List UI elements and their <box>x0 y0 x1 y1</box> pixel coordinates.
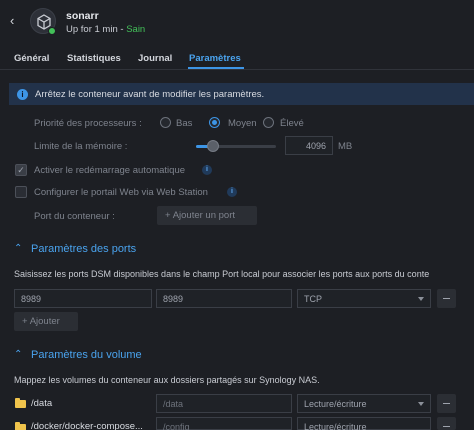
running-status-dot <box>48 27 56 35</box>
tab-journal[interactable]: Journal <box>138 53 172 64</box>
memory-unit: MB <box>338 141 353 152</box>
app-status: Up for 1 min - Sain <box>66 24 145 35</box>
tab-general[interactable]: Général <box>14 53 49 64</box>
ports-section-title[interactable]: Paramètres des ports <box>31 243 136 255</box>
chevron-down-icon <box>418 297 424 301</box>
memory-slider-handle[interactable] <box>207 140 219 152</box>
mount-path-input[interactable]: /config <box>156 417 292 430</box>
web-portal-help-icon[interactable]: i <box>227 187 237 197</box>
volume-folder-path: /data <box>31 398 53 409</box>
add-port-button[interactable]: + Ajouter un port <box>157 206 257 225</box>
cpu-radio-high[interactable] <box>263 117 274 128</box>
volume-mode-select[interactable]: Lecture/écriture <box>297 394 431 413</box>
add-port-label: Ajouter un port <box>172 210 236 221</box>
volume-mode-value: Lecture/écriture <box>304 422 367 430</box>
app-name: sonarr <box>66 10 99 22</box>
chevron-up-icon[interactable]: ⌃ <box>14 243 22 254</box>
volume-section-description: Mappez les volumes du conteneur aux doss… <box>14 375 320 385</box>
volume-mode-select[interactable]: Lecture/écriture <box>297 417 431 430</box>
chevron-up-icon[interactable]: ⌃ <box>14 349 22 360</box>
add-port-mapping-label: Ajouter <box>29 316 60 327</box>
cpu-option-medium-label: Moyen <box>228 118 257 129</box>
auto-restart-label: Activer le redémarrage automatique <box>34 165 186 176</box>
plus-icon: + <box>165 210 171 221</box>
volume-mode-value: Lecture/écriture <box>304 399 367 409</box>
cpu-priority-label: Priorité des processeurs : <box>34 118 142 129</box>
info-icon: i <box>17 89 28 100</box>
web-portal-label: Configurer le portail Web via Web Statio… <box>34 187 208 198</box>
back-icon[interactable]: ‹ <box>10 14 24 28</box>
memory-limit-label: Limite de la mémoire : <box>34 141 128 152</box>
health-status: Sain <box>126 24 146 35</box>
chevron-down-icon <box>418 402 424 406</box>
container-port-label: Port du conteneur : <box>34 211 115 222</box>
active-tab-indicator <box>188 67 244 69</box>
protocol-select[interactable]: TCP <box>297 289 431 308</box>
cpu-option-high-label: Élevé <box>280 118 304 129</box>
auto-restart-help-icon[interactable]: i <box>202 165 212 175</box>
tab-statistics[interactable]: Statistiques <box>67 53 121 64</box>
remove-volume-button[interactable] <box>437 417 456 430</box>
volume-section-title[interactable]: Paramètres du volume <box>31 349 142 361</box>
protocol-value: TCP <box>304 294 322 304</box>
info-text: Arrêtez le conteneur avant de modifier l… <box>35 89 265 100</box>
status-separator: - <box>117 24 127 35</box>
folder-icon <box>15 422 26 430</box>
add-port-mapping-button[interactable]: + Ajouter <box>14 312 78 331</box>
folder-icon <box>15 398 26 408</box>
remove-port-button[interactable] <box>437 289 456 308</box>
cpu-radio-medium[interactable] <box>209 117 220 128</box>
uptime-text: Up for 1 min <box>66 24 118 35</box>
ports-section-description: Saisissez les ports DSM disponibles dans… <box>14 269 430 279</box>
web-portal-checkbox[interactable] <box>15 186 27 198</box>
cpu-radio-low[interactable] <box>160 117 171 128</box>
mount-path-input[interactable]: /data <box>156 394 292 413</box>
local-port-input[interactable]: 8989 <box>14 289 152 308</box>
plus-icon: + <box>22 316 28 327</box>
remove-volume-button[interactable] <box>437 394 456 413</box>
volume-folder-path: /docker/docker-compose... <box>31 421 143 430</box>
auto-restart-checkbox[interactable]: ✓ <box>15 164 27 176</box>
tab-settings[interactable]: Paramètres <box>189 53 241 64</box>
container-port-input[interactable]: 8989 <box>156 289 292 308</box>
memory-limit-input[interactable]: 4096 <box>285 136 333 155</box>
cpu-option-low-label: Bas <box>176 118 193 129</box>
